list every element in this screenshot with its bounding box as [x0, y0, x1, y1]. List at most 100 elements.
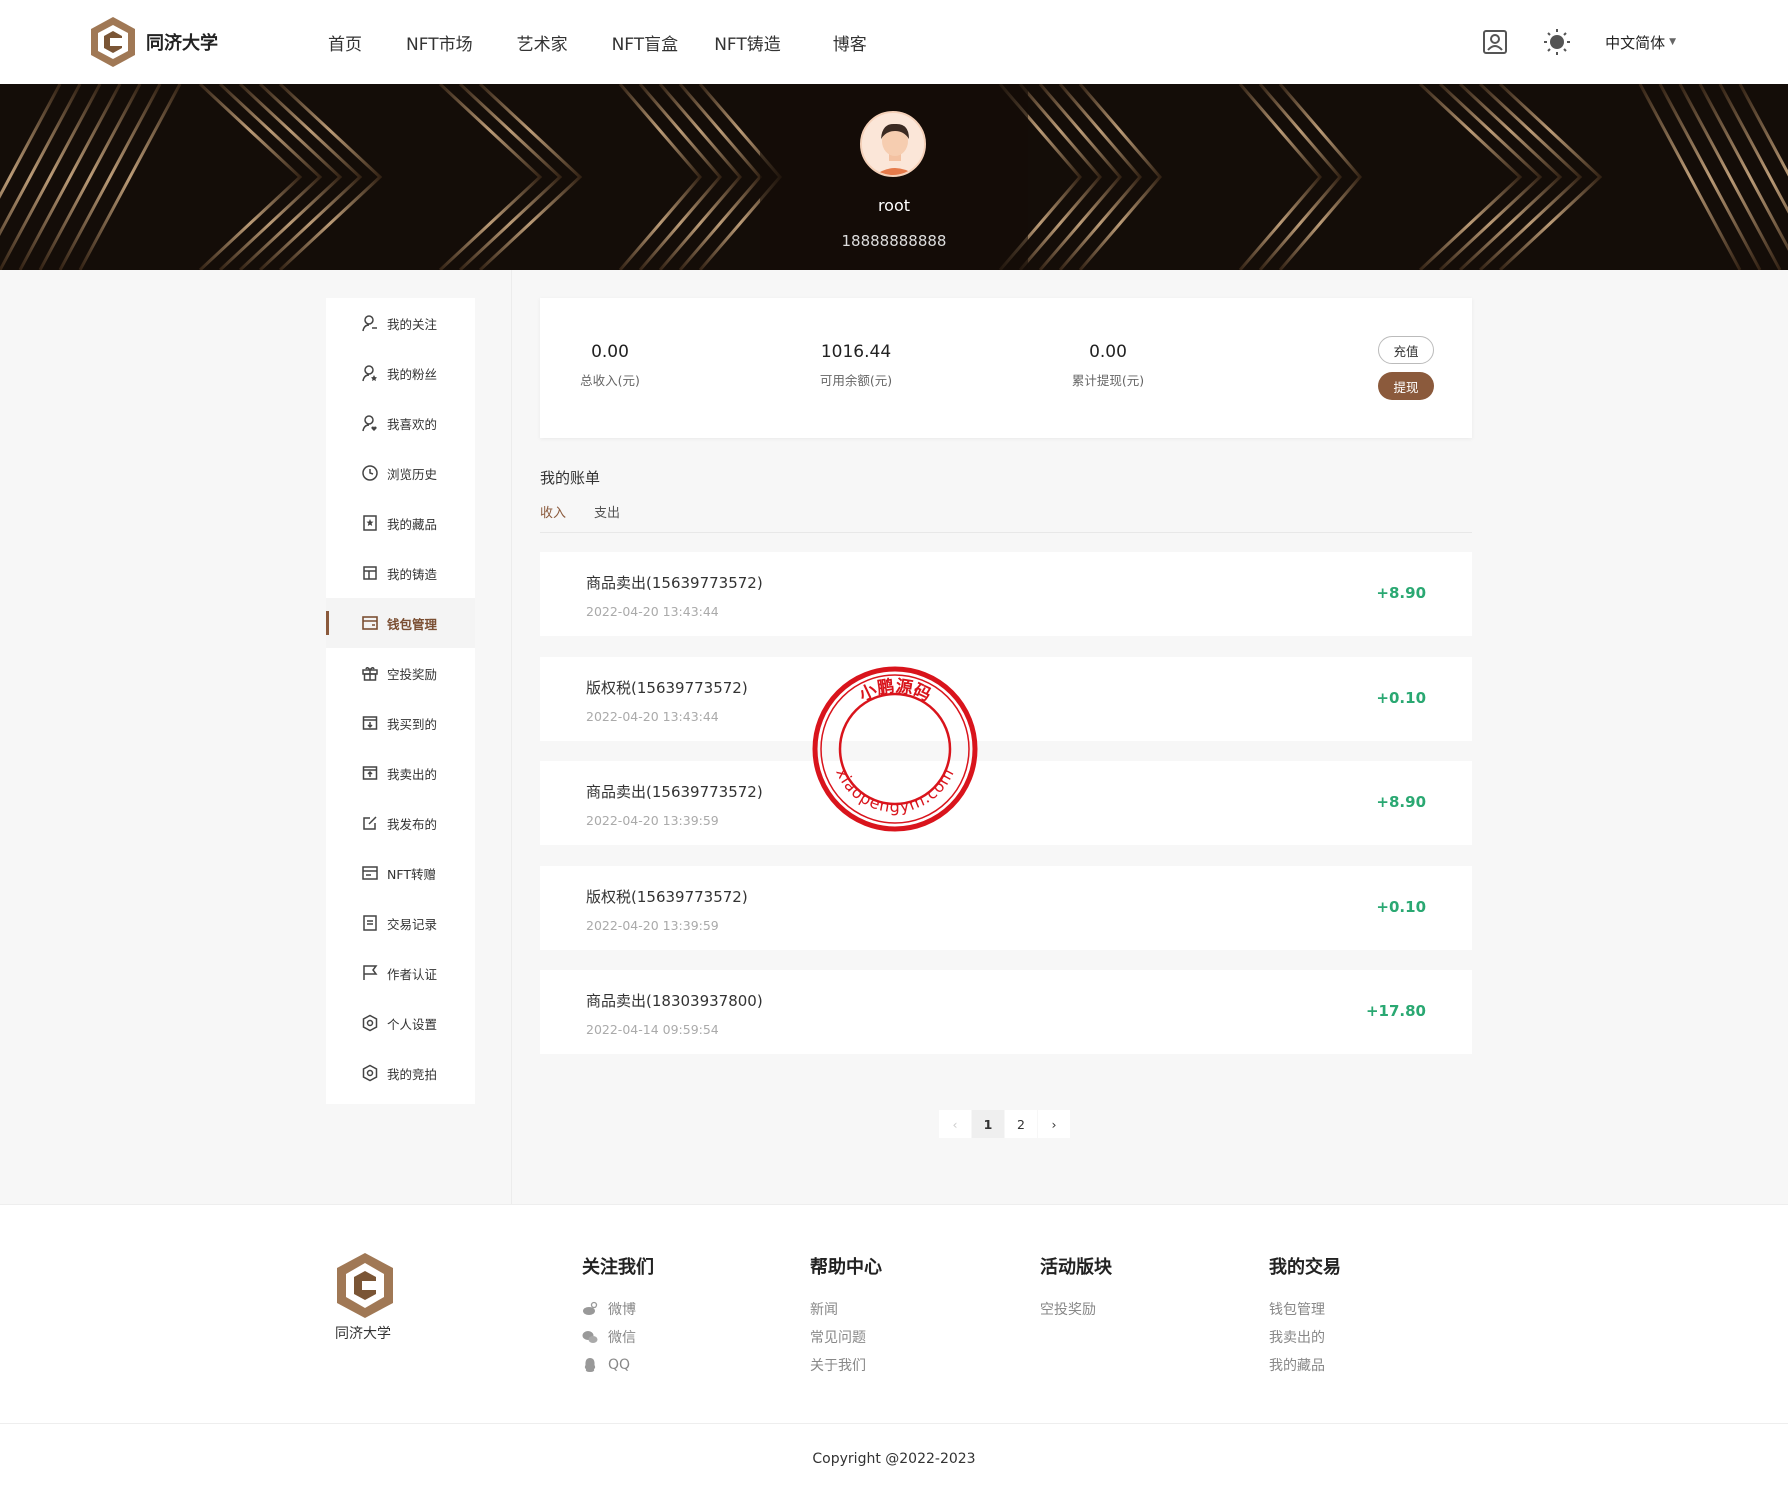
sidebar-item-settings[interactable]: 个人设置: [326, 998, 475, 1048]
profile-banner: root 18888888888: [0, 84, 1788, 270]
footer-link-sold[interactable]: 我卖出的: [1269, 1323, 1341, 1351]
footer-link-qq[interactable]: QQ: [582, 1351, 654, 1379]
bill-amount: +0.10: [1376, 898, 1426, 916]
sidebar-item-wallet[interactable]: 钱包管理: [326, 598, 475, 648]
sidebar-item-mint[interactable]: 我的铸造: [326, 548, 475, 598]
tab-income[interactable]: 收入: [540, 502, 566, 521]
bill-name: 版权税(15639773572): [586, 679, 748, 697]
qq-icon: [584, 1358, 596, 1372]
sidebar-item-likes[interactable]: 我喜欢的: [326, 398, 475, 448]
edit-icon: [363, 816, 377, 830]
wallet-icon: [362, 616, 378, 630]
pagination-prev[interactable]: ‹: [939, 1110, 971, 1138]
flag-icon: [363, 965, 378, 980]
main-nav: 首页 NFT市场 艺术家 NFT盲盒 NFT铸造 博客: [328, 0, 911, 84]
footer-link-airdrop[interactable]: 空投奖励: [1040, 1295, 1112, 1323]
nav-artists[interactable]: 艺术家: [517, 30, 568, 55]
bill-row[interactable]: 版权税(15639773572) 2022-04-20 13:43:44 +0.…: [540, 657, 1472, 741]
clock-icon: [362, 465, 378, 481]
site-footer: 同济大学 关注我们 微博 微信 QQ 帮助中心 新闻 常见问题 关于我们 活动版…: [0, 1204, 1788, 1496]
sidebar-item-label: 我卖出的: [387, 766, 438, 782]
sidebar-item-published[interactable]: 我发布的: [326, 798, 475, 848]
footer-link-label: QQ: [608, 1357, 631, 1373]
bill-row[interactable]: 版权税(15639773572) 2022-04-20 13:39:59 +0.…: [540, 866, 1472, 950]
copyright-text: Copyright @2022-2023: [812, 1451, 976, 1467]
stat-label: 累计提现(元): [1071, 373, 1145, 388]
sidebar-item-following[interactable]: 我的关注: [326, 298, 475, 348]
footer-brand: 同济大学: [335, 1326, 391, 1342]
tab-expense[interactable]: 支出: [594, 502, 620, 521]
sidebar-item-sold[interactable]: 我卖出的: [326, 748, 475, 798]
nav-nft-market[interactable]: NFT市场: [406, 30, 473, 55]
avatar[interactable]: [860, 111, 926, 177]
pagination-page-1[interactable]: 1: [972, 1110, 1004, 1138]
nav-blog[interactable]: 博客: [833, 30, 867, 55]
sidebar-item-label: 我的关注: [387, 316, 438, 332]
footer-link-label: 微博: [608, 1302, 636, 1318]
bill-row[interactable]: 商品卖出(15639773572) 2022-04-20 13:39:59 +8…: [540, 761, 1472, 845]
bill-amount: +8.90: [1376, 584, 1426, 602]
profile-phone: 18888888888: [841, 232, 947, 250]
stat-value: 1016.44: [820, 342, 892, 362]
bill-row[interactable]: 商品卖出(18303937800) 2022-04-14 09:59:54 +1…: [540, 970, 1472, 1054]
user-fans-icon: [362, 365, 377, 382]
footer-link-weibo[interactable]: 微博: [582, 1295, 654, 1323]
sidebar-item-bought[interactable]: 我买到的: [326, 698, 475, 748]
footer-link-wechat[interactable]: 微信: [582, 1323, 654, 1351]
footer-link-faq[interactable]: 常见问题: [810, 1323, 882, 1351]
sidebar-item-nft-gift[interactable]: NFT转赠: [326, 848, 475, 898]
sidebar-item-transactions[interactable]: 交易记录: [326, 898, 475, 948]
footer-link-collection[interactable]: 我的藏品: [1269, 1351, 1341, 1379]
nav-nft-blindbox[interactable]: NFT盲盒: [612, 30, 679, 55]
bill-row[interactable]: 商品卖出(15639773572) 2022-04-20 13:43:44 +8…: [540, 552, 1472, 636]
footer-col-help: 帮助中心 新闻 常见问题 关于我们: [810, 1253, 882, 1379]
footer-col-title: 关注我们: [582, 1257, 654, 1278]
settings-hex-icon: [362, 1014, 378, 1032]
sidebar-item-history[interactable]: 浏览历史: [326, 448, 475, 498]
watermark-stamp: 小鹏源码 xiaopengym.com: [812, 666, 978, 832]
sidebar-item-label: 我的粉丝: [387, 366, 438, 382]
hexagon-logo-icon: [337, 1253, 393, 1318]
bookmark-icon: [363, 515, 377, 531]
sidebar-item-label: 我买到的: [387, 716, 438, 732]
weibo-icon: [583, 1301, 598, 1315]
stat-total-income: 0.00 总收入(元): [540, 342, 680, 389]
footer-link-label: 微信: [608, 1330, 636, 1346]
bill-name: 商品卖出(15639773572): [586, 783, 763, 801]
user-profile-icon[interactable]: [1481, 28, 1509, 56]
user-follow-icon: [362, 315, 377, 332]
footer-col-title: 活动版块: [1040, 1257, 1112, 1278]
language-label: 中文简体: [1605, 33, 1666, 52]
footer-divider: [0, 1423, 1788, 1424]
bill-amount: +0.10: [1376, 689, 1426, 707]
recharge-button[interactable]: 充值: [1378, 336, 1434, 364]
site-logo[interactable]: 同济大学: [88, 15, 218, 69]
user-sidebar: 我的关注 我的粉丝 我喜欢的 浏览历史 我的藏品 我的铸造 钱包管理 空投奖励 …: [326, 298, 475, 1104]
pagination-next[interactable]: ›: [1038, 1110, 1070, 1138]
footer-link-wallet[interactable]: 钱包管理: [1269, 1295, 1341, 1323]
tabs-divider: [540, 532, 1472, 533]
nav-home[interactable]: 首页: [328, 30, 362, 55]
bill-time: 2022-04-20 13:43:44: [586, 604, 719, 619]
footer-link-news[interactable]: 新闻: [810, 1295, 882, 1323]
nav-nft-mint[interactable]: NFT铸造: [714, 30, 781, 55]
footer-col-title: 帮助中心: [810, 1257, 882, 1278]
sidebar-item-fans[interactable]: 我的粉丝: [326, 348, 475, 398]
sidebar-item-label: 作者认证: [387, 966, 438, 982]
language-select[interactable]: 中文简体 ▼: [1605, 32, 1676, 53]
stat-label: 可用余额(元): [819, 373, 893, 388]
sidebar-item-author-verify[interactable]: 作者认证: [326, 948, 475, 998]
sidebar-item-auction[interactable]: 我的竞拍: [326, 1048, 475, 1098]
sidebar-item-collection[interactable]: 我的藏品: [326, 498, 475, 548]
sun-theme-icon[interactable]: [1543, 28, 1571, 56]
main-divider: [511, 270, 512, 1204]
bill-time: 2022-04-20 13:43:44: [586, 709, 719, 724]
stat-label: 总收入(元): [580, 373, 640, 388]
hexagon-logo-icon: [91, 17, 135, 67]
withdraw-button[interactable]: 提现: [1378, 372, 1434, 400]
pagination-page-2[interactable]: 2: [1005, 1110, 1037, 1138]
sidebar-item-airdrop[interactable]: 空投奖励: [326, 648, 475, 698]
footer-link-about[interactable]: 关于我们: [810, 1351, 882, 1379]
download-box-icon: [362, 716, 378, 730]
sidebar-item-label: 钱包管理: [387, 616, 438, 632]
